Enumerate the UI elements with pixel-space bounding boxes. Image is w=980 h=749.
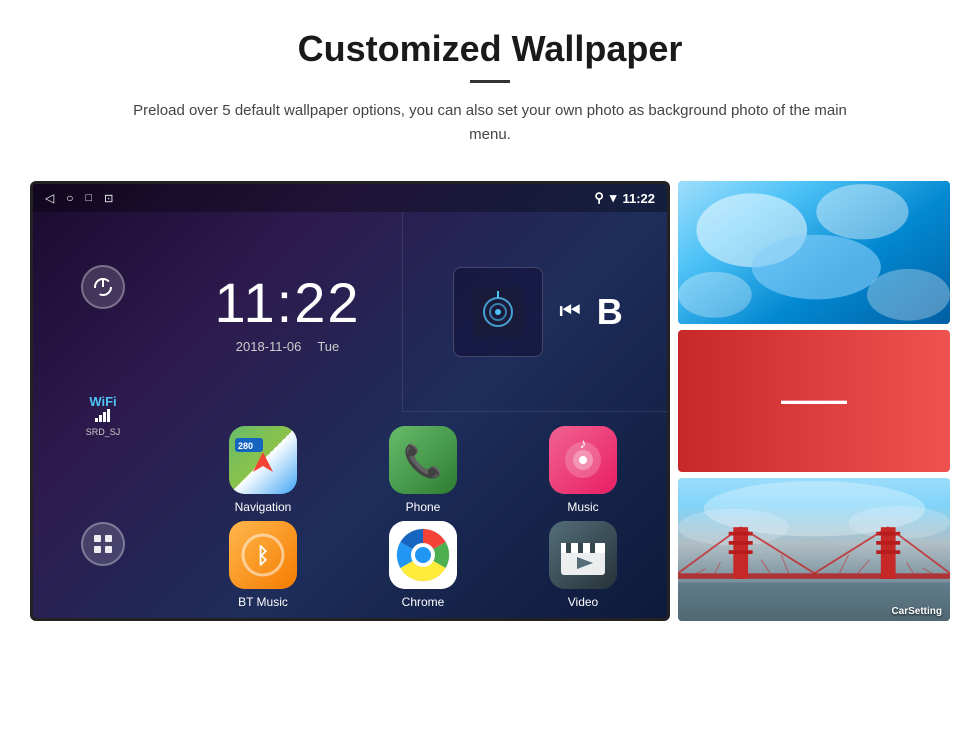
back-nav-icon[interactable]: ◁ [45,191,54,205]
chrome-app-icon [389,521,457,589]
video-label: Video [568,595,598,609]
ice-wallpaper-svg [678,181,950,324]
clock-time: 11:22 [215,270,361,335]
bt-music-label: BT Music [238,595,288,609]
signal-bars [95,409,110,422]
wallpaper-bottom-bar: ▬▬▬▬▬▬ [678,330,950,473]
wallpaper-bottom: CarSetting [678,478,950,621]
bt-music-icon: ᛒ [229,521,297,589]
app-chrome[interactable]: Chrome [343,517,503,612]
wifi-network-name: SRD_SJ [86,427,121,437]
phone-label: Phone [406,500,441,514]
status-bar-right: ⚲ ▾ 11:22 [594,190,655,206]
app-video[interactable]: Video [503,517,663,612]
left-sidebar: WiFi SRD_SJ [33,212,173,618]
wifi-icon: ▾ [610,190,617,206]
wallpaper-bottom-bar-text: ▬▬▬▬▬▬ [781,395,847,407]
media-area: ⏮ B [403,212,670,412]
svg-text:ᛒ: ᛒ [256,543,269,568]
bridge-wallpaper-svg [678,478,950,621]
apps-grid-button[interactable] [81,522,125,566]
navigation-label: Navigation [235,500,292,514]
bt-music-app-icon: ᛒ [229,521,297,589]
app-phone[interactable]: 📞 Phone [343,422,503,517]
svg-text:♪: ♪ [580,435,587,451]
status-bar-left: ◁ ○ □ ⊡ [45,191,113,205]
clock-date-row: 2018-11-06 Tue [236,339,339,354]
navigation-app-icon: 280 [229,426,297,494]
video-app-icon [549,521,617,589]
device-screen: ◁ ○ □ ⊡ ⚲ ▾ 11:22 [30,181,670,621]
wallpaper-panels: ▬▬▬▬▬▬ [678,181,950,621]
phone-icon: 📞 [389,426,457,494]
media-icon-box [453,267,543,357]
wifi-info: WiFi SRD_SJ [86,394,121,437]
power-button[interactable] [81,265,125,309]
screenshot-icon: ⊡ [104,192,113,205]
status-bar: ◁ ○ □ ⊡ ⚲ ▾ 11:22 [33,184,667,212]
page-title: Customized Wallpaper [60,28,920,70]
music-app-icon: ♪ [549,426,617,494]
app-navigation[interactable]: 280 Navigation [183,422,343,517]
carsetting-label: CarSetting [891,606,942,617]
chrome-label: Chrome [402,595,445,609]
status-time: 11:22 [622,191,655,206]
home-nav-icon[interactable]: ○ [66,191,73,205]
radio-icon [473,287,523,337]
title-divider [470,80,510,83]
media-letter-b: B [597,291,623,333]
page-wrapper: Customized Wallpaper Preload over 5 defa… [0,0,980,651]
app-bt-music[interactable]: ᛒ BT Music [183,517,343,612]
svg-text:📞: 📞 [403,441,443,479]
recent-nav-icon[interactable]: □ [85,192,92,204]
wifi-label: WiFi [86,394,121,409]
phone-app-icon: 📞 [389,426,457,494]
location-icon: ⚲ [594,190,604,206]
app-grid: 280 Navigation [173,412,670,621]
main-content: ◁ ○ □ ⊡ ⚲ ▾ 11:22 [0,161,980,651]
page-description: Preload over 5 default wallpaper options… [115,99,865,147]
clock-day: Tue [317,339,339,354]
video-icon [549,521,617,589]
clock-area: 11:22 2018-11-06 Tue [173,212,403,412]
wallpaper-top [678,181,950,324]
page-header: Customized Wallpaper Preload over 5 defa… [0,0,980,161]
music-label: Music [567,500,598,514]
navigation-icon: 280 [229,426,297,494]
apps-grid-icon [92,533,114,555]
svg-text:280: 280 [238,441,253,451]
ice-wallpaper-overlay [678,181,950,324]
app-music[interactable]: ♪ Music [503,422,663,517]
power-icon [92,276,114,298]
prev-media-button[interactable]: ⏮ [559,298,581,326]
clock-date: 2018-11-06 [236,339,302,354]
music-icon: ♪ [549,426,617,494]
chrome-icon [389,521,457,589]
